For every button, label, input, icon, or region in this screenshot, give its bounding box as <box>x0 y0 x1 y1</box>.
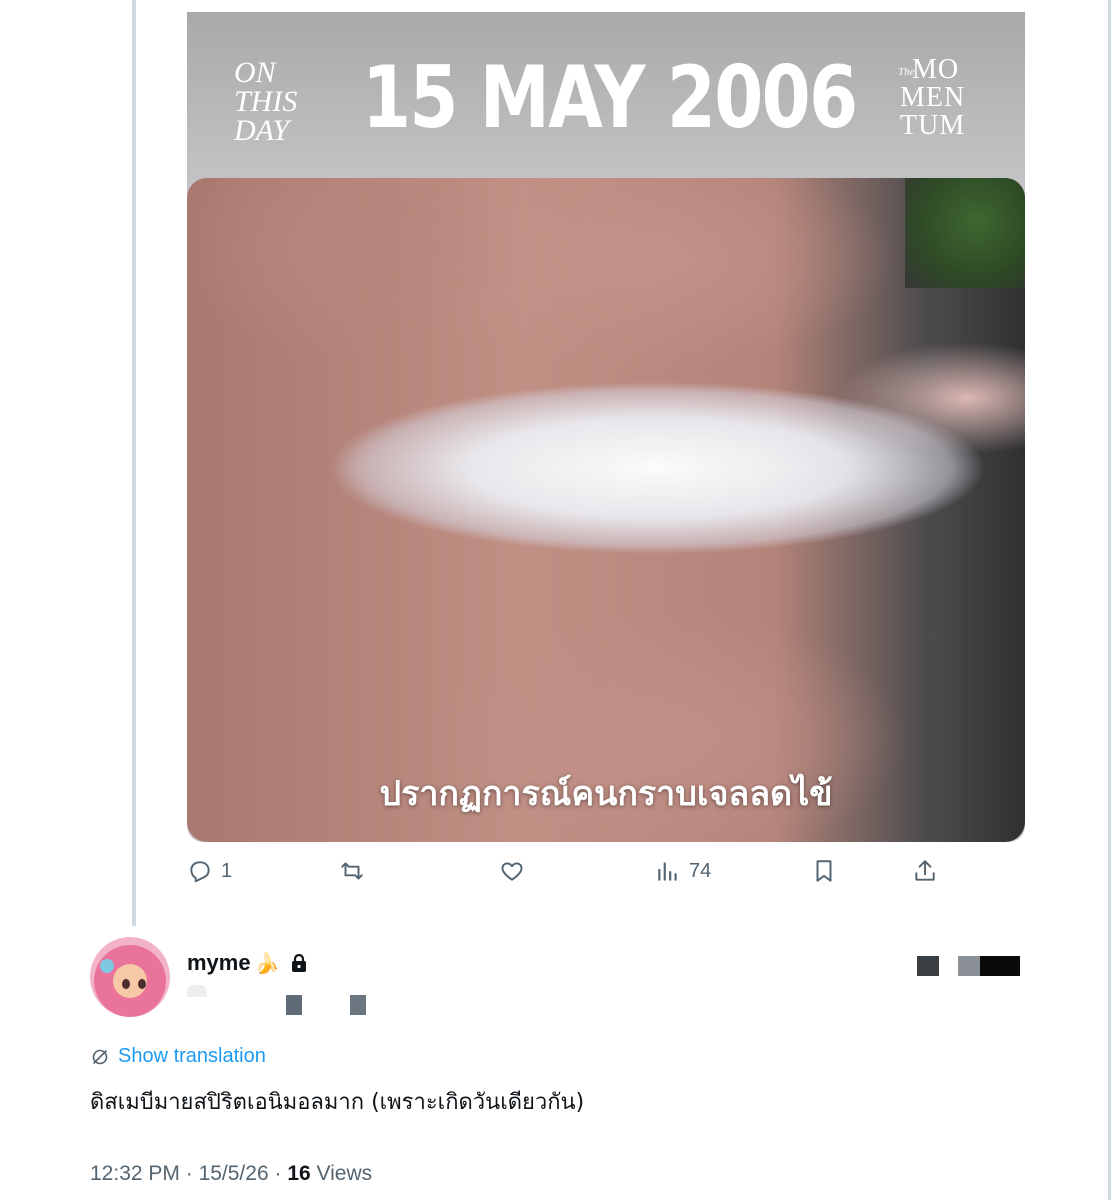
share-button[interactable] <box>912 858 938 884</box>
share-icon <box>915 860 935 881</box>
tweet-text: ดิสเมบีมายสปิริตเอนิมอลมาก (เพราะเกิดวัน… <box>90 1090 585 1115</box>
tweet-media-image[interactable]: ON THIS DAY 15 MAY 2006 The MO MEN TUM ป… <box>187 12 1025 842</box>
reply-button[interactable]: 1 <box>187 858 232 884</box>
redaction-block <box>286 995 302 1015</box>
on-this-day-line: DAY <box>234 114 290 147</box>
bookmark-button[interactable] <box>811 858 837 884</box>
heart-icon <box>501 862 523 881</box>
logo-line: MEN <box>900 82 966 113</box>
reply-icon <box>190 861 210 883</box>
redaction-block <box>958 956 980 976</box>
photo-caption: ปรากฏการณ์คนกราบเจลลดไข้ <box>379 774 833 814</box>
display-name-text: myme <box>187 950 251 975</box>
on-this-day-label: ON THIS DAY <box>234 56 298 147</box>
logo-line: TUM <box>900 110 966 141</box>
thread-connector-line <box>132 0 136 926</box>
background-foliage <box>905 178 1025 288</box>
tweet-date[interactable]: 15/5/26 <box>199 1162 269 1185</box>
tweet-metadata: 12:32 PM · 15/5/26 · 16 Views <box>90 1162 372 1186</box>
tweet-views-count: 16 <box>287 1162 311 1185</box>
avatar-eye <box>122 979 130 989</box>
repost-icon <box>341 862 363 880</box>
bookmark-icon <box>816 860 832 882</box>
banana-emoji: 🍌 <box>254 952 280 975</box>
show-translation-label: Show translation <box>118 1045 266 1067</box>
card-date-title: 15 MAY 2006 <box>362 48 858 148</box>
like-button[interactable] <box>499 858 525 884</box>
redaction-block <box>350 995 366 1015</box>
lock-icon <box>291 953 306 972</box>
logo-prefix: The <box>898 66 915 78</box>
views-button[interactable]: 74 <box>655 858 711 884</box>
handle-redacted <box>187 985 207 997</box>
avatar-eye <box>138 979 146 989</box>
separator-dot: · <box>274 1162 288 1185</box>
reply-count: 1 <box>221 859 233 882</box>
the-momentum-logo: The MO MEN TUM <box>898 56 966 141</box>
redaction-block <box>917 956 939 976</box>
tweet-action-bar: 1 74 <box>187 858 947 892</box>
views-count: 74 <box>689 859 712 882</box>
avatar-flower <box>100 959 114 973</box>
show-translation-link[interactable]: Show translation <box>90 1045 266 1068</box>
column-border <box>1108 0 1111 1200</box>
avatar[interactable] <box>90 937 170 1017</box>
on-this-day-line: ON <box>234 56 276 89</box>
translate-icon <box>92 1049 108 1064</box>
on-this-day-line: THIS <box>234 85 298 118</box>
tweet-views-label: Views <box>316 1162 373 1185</box>
repost-button[interactable] <box>339 858 365 884</box>
separator-dot: · <box>185 1162 199 1185</box>
hailstone-photo: ปรากฏการณ์คนกราบเจลลดไข้ <box>187 178 1025 842</box>
redaction-block <box>980 956 1020 976</box>
display-name[interactable]: myme 🍌 <box>187 950 308 976</box>
tweet-time[interactable]: 12:32 PM <box>90 1162 180 1185</box>
bar-chart-icon <box>658 862 677 881</box>
